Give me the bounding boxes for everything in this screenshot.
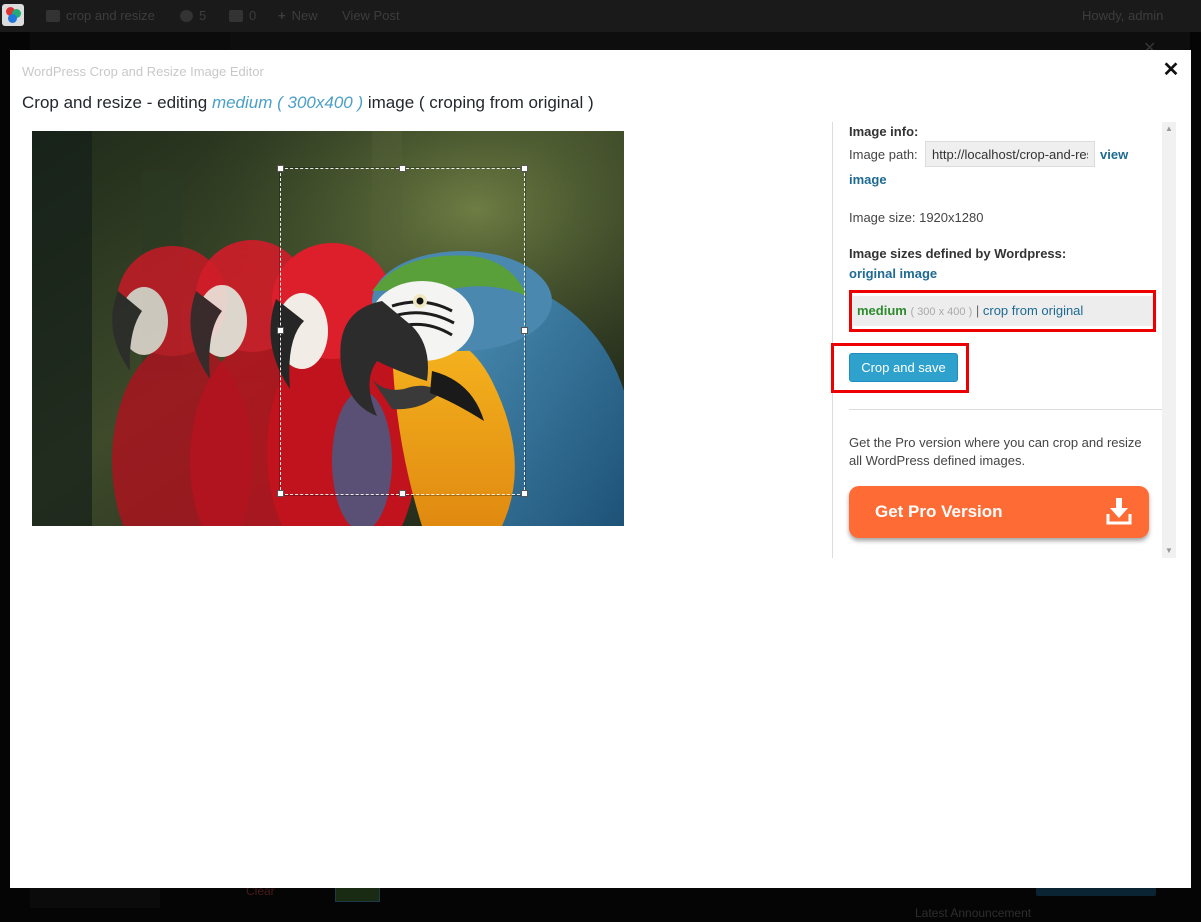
scroll-down-arrow-icon[interactable]: ▼ [1162, 544, 1176, 558]
crop-handle-bottom-left[interactable] [277, 490, 284, 497]
page-title: Crop and resize - editing medium ( 300x4… [22, 93, 594, 113]
background-footer-text: Latest Announcement [915, 906, 1032, 920]
defined-sizes-title: Image sizes defined by Wordpress: [849, 246, 1067, 261]
new-label: New [291, 8, 318, 23]
scroll-up-arrow-icon[interactable]: ▲ [1162, 122, 1176, 136]
image-preview[interactable] [32, 131, 624, 526]
crop-handle-top[interactable] [399, 165, 406, 172]
howdy-label: Howdy, admin [1082, 8, 1164, 23]
image-info-sidebar: Image info: Image path: view image Image… [831, 122, 1178, 558]
highlight-box-crop-save [831, 343, 969, 393]
image-path-field[interactable] [925, 141, 1095, 167]
image-size-text: Image size: 1920x1280 [849, 210, 984, 225]
highlight-box-medium [849, 290, 1156, 332]
background-panel [30, 32, 230, 50]
crop-handle-top-left[interactable] [277, 165, 284, 172]
updates-icon [180, 9, 193, 22]
admin-bar-new[interactable]: + New [278, 8, 318, 23]
plus-icon: + [278, 8, 286, 23]
admin-bar-view-post[interactable]: View Post [342, 8, 400, 23]
original-image-link[interactable]: original image [849, 266, 937, 281]
pro-button-label: Get Pro Version [875, 502, 1003, 521]
crop-handle-left[interactable] [277, 327, 284, 334]
admin-bar-updates[interactable]: 5 [180, 8, 206, 23]
updates-count: 5 [199, 8, 207, 23]
admin-bar-howdy[interactable]: Howdy, admin [1082, 8, 1163, 23]
crop-editor-modal: WordPress Crop and Resize Image Editor ✕… [10, 50, 1191, 888]
background-panel [230, 32, 1190, 50]
crop-selection[interactable] [277, 165, 528, 497]
get-pro-version-button[interactable]: Get Pro Version [849, 486, 1149, 538]
admin-bar-comments[interactable]: 0 [229, 8, 256, 23]
comments-count: 0 [249, 8, 257, 23]
sidebar-divider [849, 409, 1163, 410]
crop-handle-bottom[interactable] [399, 490, 406, 497]
home-icon [46, 9, 60, 22]
heading-prefix: Crop and resize - editing [22, 93, 212, 112]
heading-suffix: image ( croping from original ) [363, 93, 594, 112]
crop-handle-top-right[interactable] [521, 165, 528, 172]
admin-bar-site[interactable]: crop and resize [46, 8, 155, 23]
view-post-label: View Post [342, 8, 400, 23]
image-path-label: Image path: [849, 147, 918, 162]
image-info-title: Image info: [849, 124, 919, 139]
background-panel [30, 888, 160, 908]
download-icon [1106, 498, 1132, 525]
wordpress-logo-icon[interactable] [2, 4, 24, 26]
comment-icon [229, 9, 243, 22]
close-icon[interactable]: ✕ [1160, 59, 1182, 81]
crop-handle-right[interactable] [521, 327, 528, 334]
pro-promo-text: Get the Pro version where you can crop a… [849, 435, 1142, 468]
heading-size: medium ( 300x400 ) [211, 93, 364, 112]
crop-handle-bottom-right[interactable] [521, 490, 528, 497]
admin-bar: crop and resize 5 0 + New View Post Howd… [0, 0, 1201, 32]
view-image-link-continued[interactable]: image [849, 172, 887, 187]
admin-bar-site-name: crop and resize [66, 8, 155, 23]
sidebar-scrollbar[interactable]: ▲ ▼ [1162, 122, 1176, 558]
view-image-link[interactable]: view [1100, 147, 1128, 162]
modal-label: WordPress Crop and Resize Image Editor [22, 64, 264, 79]
